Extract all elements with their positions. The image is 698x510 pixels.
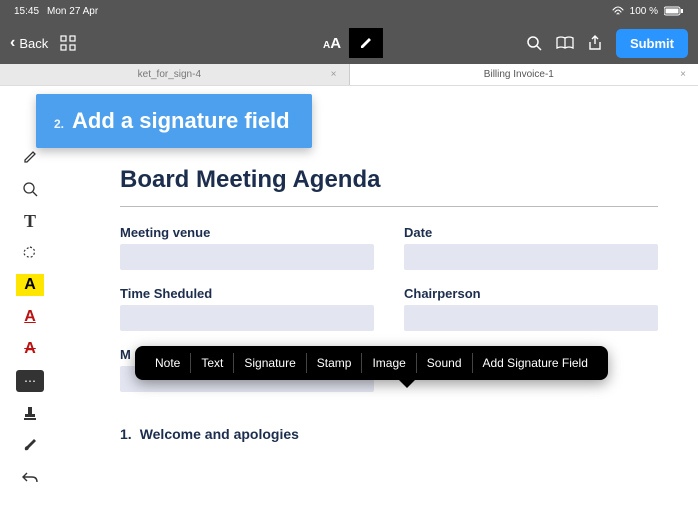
menu-sound[interactable]: Sound [417, 356, 472, 370]
status-bar: 15:45 Mon 27 Apr 100 % [0, 0, 698, 22]
callout-text: Add a signature field [72, 108, 290, 134]
battery-text: 100 % [630, 6, 658, 17]
nav-bar: ‹ Back AA Submit [0, 22, 698, 64]
menu-signature[interactable]: Signature [234, 356, 305, 370]
field-time-scheduled: Time Sheduled [120, 286, 374, 331]
stamp-tool-icon[interactable] [16, 402, 44, 424]
field-label: Date [404, 225, 658, 240]
draw-tool-icon[interactable] [16, 146, 44, 168]
callout-number: 2. [54, 117, 64, 131]
wifi-icon [612, 6, 624, 16]
underline-tool-icon[interactable]: A [16, 306, 44, 328]
back-button[interactable]: ‹ Back [10, 34, 48, 52]
context-menu: Note Text Signature Stamp Image Sound Ad… [135, 346, 608, 380]
field-input[interactable] [120, 244, 374, 270]
brush-tool-icon[interactable] [16, 434, 44, 456]
status-time: 15:45 [14, 6, 39, 17]
field-label: Chairperson [404, 286, 658, 301]
field-input[interactable] [404, 244, 658, 270]
undo-icon[interactable] [16, 466, 44, 488]
tab-billing-invoice[interactable]: Billing Invoice-1 × [350, 64, 698, 85]
field-chairperson: Chairperson [404, 286, 658, 331]
menu-text[interactable]: Text [191, 356, 233, 370]
page-title: Board Meeting Agenda [120, 166, 658, 194]
field-label: Meeting venue [120, 225, 374, 240]
document-view[interactable]: Board Meeting Agenda Meeting venue Date … [60, 86, 698, 510]
highlight-tool-icon[interactable]: A [16, 274, 44, 296]
book-icon[interactable] [556, 36, 574, 50]
tab-label: ket_for_sign-4 [10, 69, 329, 80]
lasso-tool-icon[interactable] [16, 242, 44, 264]
divider [120, 206, 658, 207]
field-meeting-venue: Meeting venue [120, 225, 374, 270]
search-icon[interactable] [526, 35, 542, 51]
list-text: Welcome and apologies [140, 426, 299, 442]
tutorial-callout: 2. Add a signature field [36, 94, 312, 148]
left-toolbar: T A A A ⋯ [0, 86, 60, 510]
chevron-left-icon: ‹ [10, 34, 15, 52]
menu-add-signature-field[interactable]: Add Signature Field [473, 356, 598, 370]
tab-document-partial[interactable]: ket_for_sign-4 × [0, 64, 349, 85]
status-date: Mon 27 Apr [47, 6, 98, 17]
menu-image[interactable]: Image [362, 356, 415, 370]
close-icon[interactable]: × [329, 69, 339, 80]
zoom-tool-icon[interactable] [16, 178, 44, 200]
edit-pen-tool[interactable] [349, 28, 383, 58]
field-label: Time Sheduled [120, 286, 374, 301]
list-item: 1. Welcome and apologies [120, 426, 658, 442]
strikethrough-tool-icon[interactable]: A [16, 338, 44, 360]
field-input[interactable] [120, 305, 374, 331]
text-tool-icon[interactable]: T [16, 210, 44, 232]
tabs-row: ket_for_sign-4 × Billing Invoice-1 × [0, 64, 698, 86]
comment-tool-icon[interactable]: ⋯ [16, 370, 44, 392]
text-size-tool[interactable]: AA [315, 29, 349, 58]
menu-note[interactable]: Note [145, 356, 190, 370]
battery-icon [664, 6, 684, 16]
tab-label: Billing Invoice-1 [360, 69, 679, 80]
field-date: Date [404, 225, 658, 270]
list-number: 1. [120, 426, 132, 442]
share-icon[interactable] [588, 35, 602, 51]
menu-stamp[interactable]: Stamp [307, 356, 362, 370]
back-label: Back [19, 36, 48, 51]
field-input[interactable] [404, 305, 658, 331]
close-icon[interactable]: × [678, 69, 688, 80]
submit-button[interactable]: Submit [616, 29, 688, 58]
ordered-list: 1. Welcome and apologies [120, 426, 658, 442]
grid-icon[interactable] [60, 35, 76, 51]
